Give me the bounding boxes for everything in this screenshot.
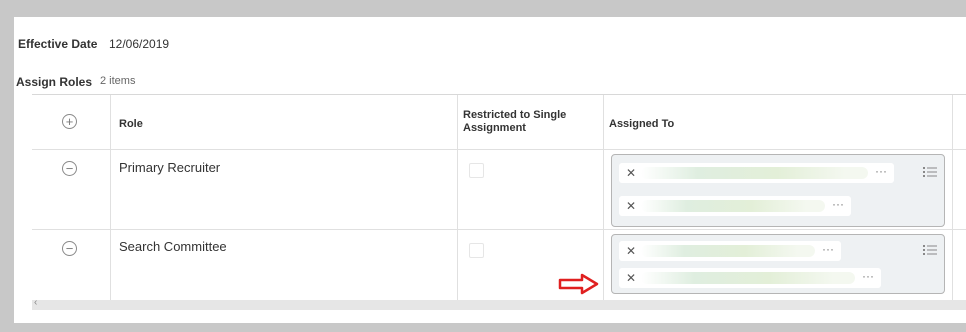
ellipsis-icon[interactable]: ··· xyxy=(822,242,834,256)
ellipsis-icon[interactable]: ··· xyxy=(832,197,844,211)
minus-circle-icon: − xyxy=(65,241,74,256)
redacted-value xyxy=(641,245,815,257)
effective-date-label: Effective Date xyxy=(18,37,98,51)
row-divider xyxy=(32,229,966,230)
column-header-assigned-to[interactable]: Assigned To xyxy=(609,118,674,131)
x-icon[interactable]: ✕ xyxy=(626,199,636,213)
remove-row-button[interactable]: − xyxy=(62,161,77,176)
scroll-left-icon[interactable]: ‹ xyxy=(34,297,37,308)
list-icon[interactable] xyxy=(923,166,937,178)
restricted-checkbox[interactable] xyxy=(469,163,484,178)
column-divider xyxy=(952,95,953,301)
x-icon[interactable]: ✕ xyxy=(626,166,636,180)
assign-roles-title: Assign Roles xyxy=(16,75,93,89)
assign-roles-count: 2 items xyxy=(100,75,136,87)
x-icon[interactable]: ✕ xyxy=(626,244,636,258)
column-divider xyxy=(110,95,111,301)
red-arrow-icon xyxy=(558,273,599,295)
redacted-value xyxy=(641,200,825,212)
role-name: Search Committee xyxy=(119,239,227,254)
redacted-value xyxy=(641,167,868,179)
assigned-value-pill[interactable]: ✕ ··· xyxy=(619,268,881,288)
assign-roles-panel: Effective Date 12/06/2019 Assign Roles 2… xyxy=(14,17,966,323)
horizontal-scrollbar[interactable]: ‹ xyxy=(32,297,966,310)
assigned-to-prompt[interactable]: ✕ ··· ✕ ··· xyxy=(611,154,945,227)
redacted-value xyxy=(641,272,855,284)
roles-grid: + Role Restricted to Single Assignment A… xyxy=(32,94,966,301)
minus-circle-icon: − xyxy=(65,161,74,176)
add-row-button[interactable]: + xyxy=(62,114,77,129)
column-divider xyxy=(603,95,604,301)
assigned-value-pill[interactable]: ✕ ··· xyxy=(619,241,841,261)
effective-date-value: 12/06/2019 xyxy=(109,37,170,51)
x-icon[interactable]: ✕ xyxy=(626,271,636,285)
column-header-restricted[interactable]: Restricted to Single Assignment xyxy=(463,109,583,135)
plus-circle-icon: + xyxy=(65,114,74,129)
assigned-value-pill[interactable]: ✕ ··· xyxy=(619,196,851,216)
assigned-value-pill[interactable]: ✕ ··· xyxy=(619,163,894,183)
column-header-role[interactable]: Role xyxy=(119,118,143,131)
list-icon[interactable] xyxy=(923,244,937,256)
role-name: Primary Recruiter xyxy=(119,160,221,175)
remove-row-button[interactable]: − xyxy=(62,241,77,256)
restricted-checkbox[interactable] xyxy=(469,243,484,258)
row-divider xyxy=(32,149,966,150)
assigned-to-prompt[interactable]: ✕ ··· ✕ ··· xyxy=(611,234,945,294)
ellipsis-icon[interactable]: ··· xyxy=(875,164,887,178)
column-divider xyxy=(457,95,458,301)
ellipsis-icon[interactable]: ··· xyxy=(862,269,874,283)
